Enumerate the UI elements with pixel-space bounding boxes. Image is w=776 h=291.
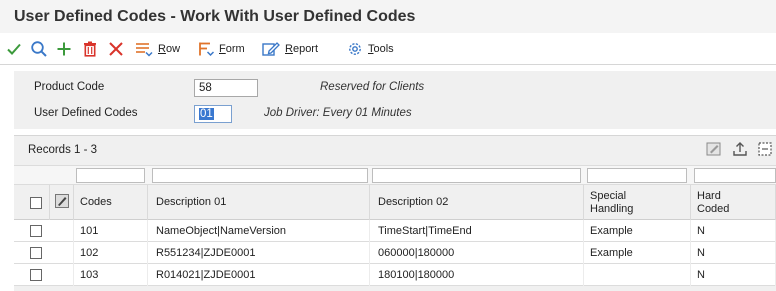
udc-label: User Defined Codes [34, 107, 138, 119]
cell-code: 101 [74, 220, 148, 242]
form-menu-icon [198, 41, 214, 57]
plus-icon [56, 41, 72, 57]
find-button[interactable] [30, 33, 48, 65]
table-row[interactable]: 102 R551234|ZJDE0001 060000|180000 Examp… [14, 242, 776, 264]
description-02-filter-input[interactable] [372, 168, 581, 183]
row-menu-label: Row [158, 43, 181, 55]
cell-description-02: TimeStart|TimeEnd [370, 220, 584, 242]
row-menu-icon [135, 41, 153, 57]
special-handling-line-2: Handling [590, 202, 634, 215]
column-header-description-01[interactable]: Description 01 [148, 185, 370, 220]
row-checkbox[interactable] [30, 247, 42, 259]
search-icon [30, 40, 48, 58]
title-bar: User Defined Codes - Work With User Defi… [0, 0, 776, 33]
checkmark-icon [6, 41, 22, 57]
gear-icon [347, 41, 363, 57]
select-all-cell [14, 185, 50, 220]
close-button[interactable] [108, 33, 124, 65]
cell-code: 102 [74, 242, 148, 264]
row-checkbox[interactable] [30, 269, 42, 281]
product-code-label: Product Code [34, 81, 105, 93]
column-header-description-02[interactable]: Description 02 [370, 185, 584, 220]
cell-special-handling: Example [584, 242, 691, 264]
cell-code: 103 [74, 264, 148, 286]
hard-coded-filter-input[interactable] [694, 168, 776, 183]
cell-hard-coded: N [691, 220, 776, 242]
close-icon [108, 41, 124, 57]
edit-row-icon[interactable] [55, 193, 69, 212]
header-panel: Product Code 58 Reserved for Clients Use… [14, 71, 776, 129]
column-header-hard-coded[interactable]: Hard Coded [691, 185, 776, 220]
grid-toolbar [706, 141, 772, 162]
grid-panel: Records 1 - 3 Codes Description 01 Descr… [14, 135, 776, 291]
row-select-cell [14, 242, 74, 264]
select-button[interactable] [6, 33, 22, 65]
select-all-checkbox[interactable] [30, 196, 42, 209]
product-code-input[interactable]: 58 [194, 79, 258, 97]
form-menu-label: Form [219, 43, 245, 55]
description-01-filter-input[interactable] [152, 168, 368, 183]
trash-icon [83, 41, 97, 57]
cell-description-01: R551234|ZJDE0001 [148, 242, 370, 264]
column-header-special-handling[interactable]: Special Handling [584, 185, 691, 220]
table-row[interactable]: 101 NameObject|NameVersion TimeStart|Tim… [14, 220, 776, 242]
query-by-example-row [14, 165, 776, 185]
row-action-header [50, 185, 74, 220]
column-header-codes[interactable]: Codes [74, 185, 148, 220]
hard-coded-line-2: Coded [697, 202, 730, 215]
row-select-cell [14, 264, 74, 286]
report-menu-label: Report [285, 43, 319, 55]
report-menu-button[interactable]: Report [262, 33, 318, 65]
add-button[interactable] [56, 33, 72, 65]
cell-hard-coded: N [691, 264, 776, 286]
toolbar: Row Form Report Tools [0, 33, 776, 65]
cell-special-handling: Example [584, 220, 691, 242]
form-menu-button[interactable]: Form [198, 33, 245, 65]
cell-description-01: R014021|ZJDE0001 [148, 264, 370, 286]
cell-special-handling [584, 264, 691, 286]
cell-description-01: NameObject|NameVersion [148, 220, 370, 242]
row-checkbox[interactable] [30, 225, 42, 237]
records-count: Records 1 - 3 [28, 144, 98, 156]
table-row[interactable]: 103 R014021|ZJDE0001 180100|180000 N [14, 264, 776, 286]
codes-filter-input[interactable] [76, 168, 145, 183]
row-select-cell [14, 220, 74, 242]
product-code-description: Reserved for Clients [320, 81, 425, 93]
special-handling-line-1: Special [590, 189, 627, 202]
udc-input-value: 01 [199, 108, 214, 120]
udc-description: Job Driver: Every 01 Minutes [264, 107, 412, 119]
delete-button[interactable] [83, 33, 97, 65]
export-icon[interactable] [732, 141, 748, 162]
cell-hard-coded: N [691, 242, 776, 264]
cell-description-02: 180100|180000 [370, 264, 584, 286]
cell-description-02: 060000|180000 [370, 242, 584, 264]
udc-input[interactable]: 01 [194, 105, 232, 123]
tools-menu-button[interactable]: Tools [347, 33, 394, 65]
hard-coded-line-1: Hard [697, 189, 721, 202]
grid-options-icon[interactable] [758, 141, 772, 162]
column-header-row: Codes Description 01 Description 02 Spec… [14, 185, 776, 220]
row-menu-button[interactable]: Row [135, 33, 180, 65]
special-handling-filter-input[interactable] [587, 168, 687, 183]
tools-menu-label: Tools [368, 43, 394, 55]
report-pencil-icon [262, 41, 280, 57]
edit-icon[interactable] [706, 141, 722, 162]
page-title: User Defined Codes - Work With User Defi… [14, 8, 416, 25]
